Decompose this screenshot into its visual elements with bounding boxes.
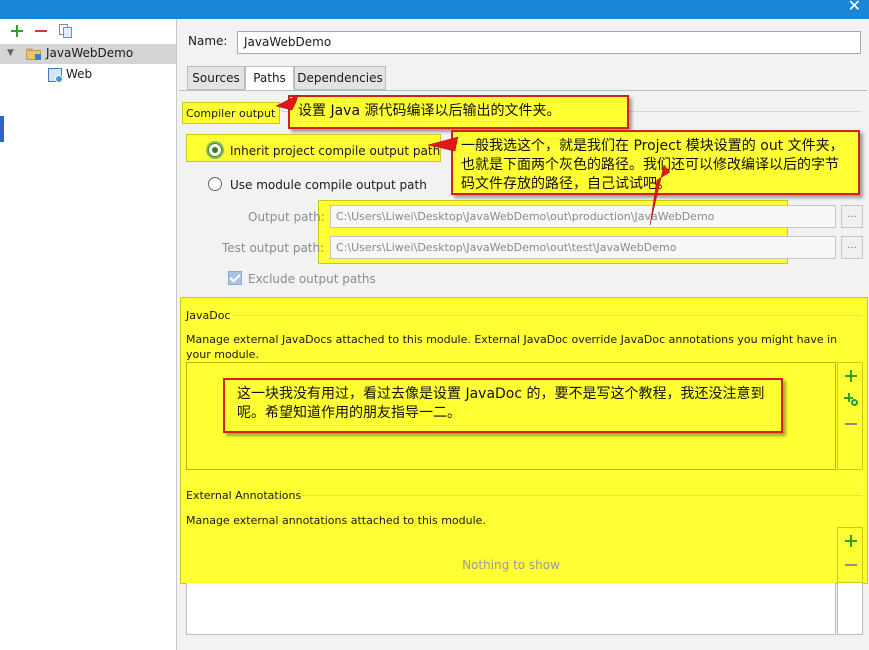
module-output-label[interactable]: Use module compile output path: [230, 178, 427, 192]
output-path-browse-button[interactable]: ...: [841, 205, 863, 228]
plus-icon[interactable]: [8, 22, 26, 40]
window-title-bar: ✕: [0, 0, 869, 19]
remove-icon[interactable]: [843, 416, 859, 432]
copy-icon[interactable]: [57, 22, 75, 40]
add-url-icon[interactable]: [843, 392, 859, 408]
section-divider: [300, 495, 862, 496]
external-annotations-title: External Annotations: [186, 489, 302, 502]
highlight-annotations-list: [186, 527, 836, 583]
name-label: Name:: [188, 34, 228, 48]
remove-icon[interactable]: [843, 557, 859, 573]
external-annotations-description: Manage external annotations attached to …: [186, 514, 486, 527]
test-output-path-field: C:\Users\Liwei\Desktop\JavaWebDemo\out\t…: [330, 236, 836, 259]
tree-item-label: JavaWebDemo: [46, 46, 134, 60]
name-input[interactable]: JavaWebDemo: [237, 31, 861, 54]
callout-javadoc: 这一块我没有用过，看过去像是设置 JavaDoc 的，要不是写这个教程，我还没注…: [223, 378, 783, 433]
exclude-output-paths-label: Exclude output paths: [248, 272, 376, 286]
tree-item-javawebdemo[interactable]: ▼ JavaWebDemo: [0, 44, 176, 64]
tree-item-web[interactable]: Web: [0, 65, 176, 85]
inherit-output-label[interactable]: Inherit project compile output path: [230, 144, 440, 158]
test-output-path-label: Test output path:: [222, 241, 325, 255]
empty-list-text: Nothing to show: [462, 558, 560, 572]
output-path-label: Output path:: [248, 210, 325, 224]
selection-marker: [0, 116, 4, 142]
annotations-toolbar-area: [837, 583, 863, 635]
annotations-toolbar: [837, 527, 863, 583]
exclude-output-paths-checkbox[interactable]: [228, 271, 242, 285]
javadoc-section-title: JavaDoc: [186, 309, 231, 322]
compiler-output-label: Compiler output: [186, 107, 276, 120]
minus-icon[interactable]: [32, 22, 50, 40]
module-tree-panel: ▼ JavaWebDemo Web: [0, 19, 177, 650]
test-output-path-browse-button[interactable]: ...: [841, 236, 863, 259]
module-output-radio[interactable]: [208, 177, 222, 191]
inherit-output-radio[interactable]: [208, 143, 222, 157]
output-path-field: C:\Users\Liwei\Desktop\JavaWebDemo\out\p…: [330, 205, 836, 228]
chevron-down-icon[interactable]: ▼: [7, 48, 14, 58]
close-icon[interactable]: ✕: [848, 0, 861, 15]
tree-item-label: Web: [66, 67, 93, 81]
callout-compiler-output: 设置 Java 源代码编译以后输出的文件夹。: [288, 95, 629, 129]
tab-sources[interactable]: Sources: [187, 66, 245, 90]
tab-paths[interactable]: Paths: [245, 66, 294, 90]
section-divider: [232, 315, 862, 316]
add-icon[interactable]: [843, 368, 859, 384]
module-folder-icon: [26, 48, 41, 60]
web-facet-icon: [48, 68, 63, 83]
tab-dependencies[interactable]: Dependencies: [294, 66, 386, 90]
javadoc-toolbar: [837, 362, 863, 470]
javadoc-description: Manage external JavaDocs attached to thi…: [186, 333, 838, 361]
callout-inherit-path: 一般我选这个，就是我们在 Project 模块设置的 out 文件夹，也就是下面…: [451, 130, 860, 195]
add-icon[interactable]: [843, 533, 859, 549]
